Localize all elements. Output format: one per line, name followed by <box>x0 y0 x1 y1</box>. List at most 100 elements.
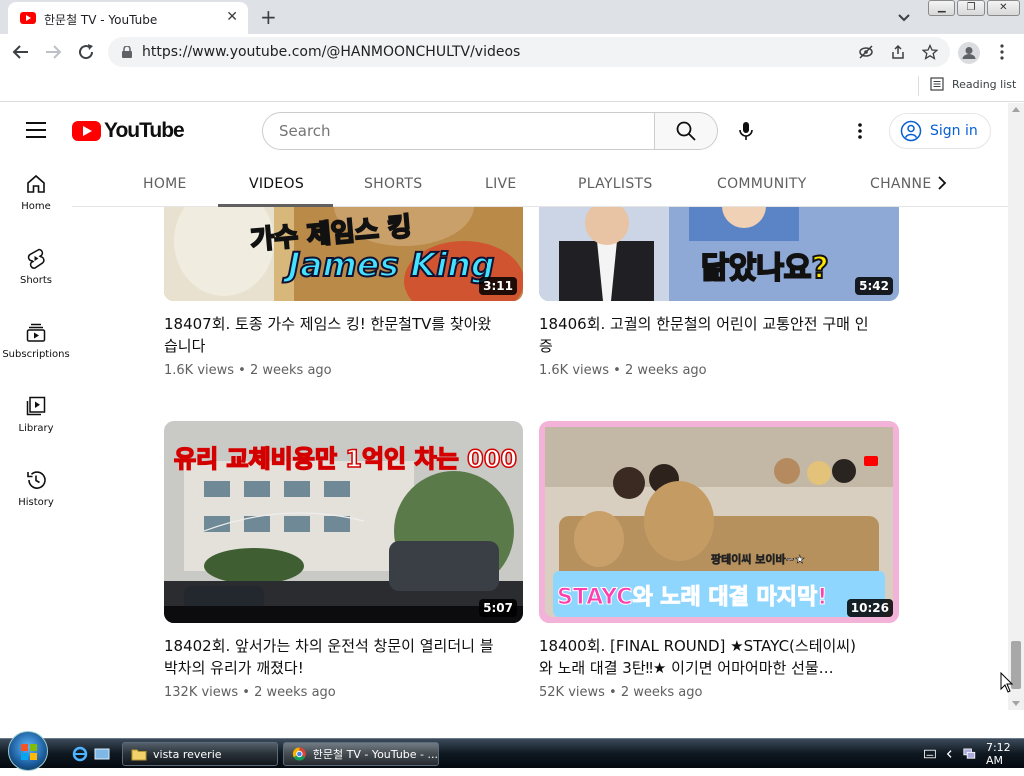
back-arrow-icon[interactable] <box>10 41 32 63</box>
start-orb-icon[interactable] <box>8 731 48 771</box>
channel-tabs-scroller: HOME VIDEOS SHORTS LIVE PLAYLISTS COMMUN… <box>72 159 932 207</box>
search-icon <box>676 121 696 141</box>
video-thumbnail[interactable]: 가수 제임스 킹 James King 3:11 <box>164 207 523 301</box>
youtube-favicon-icon <box>20 12 36 24</box>
tab-home[interactable]: HOME <box>143 176 187 192</box>
video-metadata: 132K views • 2 weeks ago <box>164 685 336 700</box>
guide-menu-icon[interactable] <box>26 122 46 138</box>
subscriptions-icon <box>26 323 46 342</box>
address-bar[interactable]: https://www.youtube.com/@HANMOONCHULTV/v… <box>108 37 950 67</box>
video-metadata: 1.6K views • 2 weeks ago <box>539 363 707 378</box>
thumbnail-caption: 닮았나요? <box>700 250 830 287</box>
search-button[interactable] <box>654 112 718 150</box>
duration-badge: 5:42 <box>855 277 893 295</box>
bookmarks-separator <box>918 76 919 96</box>
new-tab-icon[interactable]: + <box>260 5 277 29</box>
reading-list-button[interactable]: Reading list <box>930 77 1016 91</box>
youtube-page: YouTube Sign in <box>0 103 1008 710</box>
window-close-icon[interactable]: ✕ <box>986 0 1020 16</box>
tab-title: 한문철 TV - YouTube <box>44 13 158 27</box>
bookmarks-bar: Reading list <box>0 70 1024 102</box>
guide-item-shorts[interactable]: Shorts <box>0 233 72 307</box>
folder-icon <box>131 749 147 761</box>
taskbar-clock[interactable]: 7:12 AM <box>986 741 1024 767</box>
tab-search-chevron-icon[interactable] <box>896 9 912 25</box>
system-tray: 7:12 AM <box>924 739 1024 769</box>
microphone-icon[interactable] <box>736 121 756 141</box>
guide-label: Shorts <box>19 275 53 286</box>
shorts-icon <box>27 248 45 269</box>
guide-item-subscriptions[interactable]: Subscriptions <box>0 307 72 381</box>
chevron-left-icon[interactable] <box>946 748 953 760</box>
home-icon <box>27 174 45 193</box>
chevron-right-icon[interactable] <box>930 171 954 195</box>
search-input[interactable] <box>279 122 639 140</box>
guide-item-history[interactable]: History <box>0 455 72 529</box>
video-title[interactable]: 18407회. 토종 가수 제임스 킹! 한문철TV를 찾아왔습니다 <box>164 313 494 359</box>
sign-in-button[interactable]: Sign in <box>889 113 991 149</box>
mini-guide: Home Shorts Subscriptions Library Histor… <box>0 159 72 710</box>
youtube-play-logo-icon <box>72 121 101 141</box>
reload-icon[interactable] <box>75 41 97 63</box>
sign-in-label: Sign in <box>930 123 978 139</box>
eye-slash-icon[interactable] <box>858 44 874 60</box>
video-title[interactable]: 18406회. 고궐의 한문철의 어린이 교통안전 구매 인증 <box>539 313 869 359</box>
tab-channels[interactable]: CHANNELS <box>870 176 932 192</box>
video-grid: 가수 제임스 킹 James King 3:11 18407회. 토종 가수 제… <box>72 207 1008 710</box>
channel-tabs: HOME VIDEOS SHORTS LIVE PLAYLISTS COMMUN… <box>72 159 1008 207</box>
minimize-icon[interactable]: ▁ <box>928 0 956 16</box>
show-desktop-icon[interactable] <box>94 746 110 762</box>
share-icon[interactable] <box>890 44 906 60</box>
guide-label: Subscriptions <box>2 349 70 360</box>
forward-arrow-icon[interactable] <box>42 41 64 63</box>
tab-videos[interactable]: VIDEOS <box>249 176 304 192</box>
taskbar-item-label: 한문철 TV - YouTube - ... <box>312 748 438 761</box>
browser-menu-icon[interactable] <box>996 43 1008 61</box>
tab-community[interactable]: COMMUNITY <box>717 176 807 192</box>
reading-list-icon <box>930 77 944 91</box>
video-title[interactable]: 18400회. [FINAL ROUND] ★STAYC(스테이씨)와 노래 대… <box>539 635 869 681</box>
settings-menu-icon[interactable] <box>852 121 868 141</box>
duration-badge: 10:26 <box>846 599 893 617</box>
browser-tab[interactable]: 한문철 TV - YouTube ✕ <box>8 2 248 34</box>
youtube-logo[interactable]: YouTube <box>72 119 185 143</box>
video-thumbnail[interactable]: 유리 교체비용만 1억인 차는 000 5:07 <box>164 421 523 623</box>
taskbar-item-folder[interactable]: vista reverie <box>122 742 278 766</box>
tab-shorts[interactable]: SHORTS <box>364 176 422 192</box>
guide-item-library[interactable]: Library <box>0 381 72 455</box>
browser-toolbar: https://www.youtube.com/@HANMOONCHULTV/v… <box>0 34 1024 70</box>
taskbar-item-chrome[interactable]: 한문철 TV - YouTube - ... <box>283 742 439 766</box>
profile-avatar-icon[interactable] <box>958 42 980 64</box>
search-box <box>262 112 655 150</box>
thumbnail-caption: 팡테이씨 보이바~★ <box>711 553 805 567</box>
video-title[interactable]: 18402회. 앞서가는 차의 운전석 창문이 열리더니 블박차의 유리가 깨졌… <box>164 635 494 681</box>
youtube-masthead: YouTube Sign in <box>0 103 1008 159</box>
restore-icon[interactable]: ❐ <box>957 0 985 16</box>
video-thumbnail[interactable]: 닮았나요? 5:42 <box>539 207 899 301</box>
scroll-up-arrow-icon[interactable] <box>1012 107 1020 112</box>
video-thumbnail[interactable]: 팡테이씨 보이바~★ STAYC와 노래 대결 마지막! 10:26 <box>539 421 899 623</box>
account-circle-icon <box>900 120 922 142</box>
taskbar-item-label: vista reverie <box>153 747 222 761</box>
guide-label: Home <box>21 201 51 212</box>
chrome-icon <box>292 747 306 761</box>
browser-tab-strip: 한문철 TV - YouTube ✕ + ▁ ❐ ✕ <box>0 0 1024 34</box>
keyboard-icon[interactable] <box>924 748 936 760</box>
youtube-wordmark: YouTube <box>104 119 185 142</box>
page-scrollbar[interactable] <box>1008 103 1024 710</box>
windows-taskbar: vista reverie 한문철 TV - YouTube - ... 7:1… <box>0 731 1024 771</box>
internet-explorer-icon[interactable] <box>72 746 88 762</box>
thumbnail-caption: STAYC와 노래 대결 마지막! <box>556 585 828 611</box>
reading-list-label: Reading list <box>952 77 1017 91</box>
guide-item-home[interactable]: Home <box>0 159 72 233</box>
tab-close-icon[interactable]: ✕ <box>226 9 238 25</box>
tab-playlists[interactable]: PLAYLISTS <box>578 176 653 192</box>
guide-label: History <box>18 497 54 508</box>
video-metadata: 1.6K views • 2 weeks ago <box>164 363 332 378</box>
history-icon <box>27 471 46 489</box>
scroll-down-arrow-icon[interactable] <box>1012 701 1020 706</box>
library-icon <box>26 396 46 416</box>
bookmark-star-icon[interactable] <box>922 44 938 60</box>
network-icon[interactable] <box>962 747 976 761</box>
tab-live[interactable]: LIVE <box>485 176 517 192</box>
